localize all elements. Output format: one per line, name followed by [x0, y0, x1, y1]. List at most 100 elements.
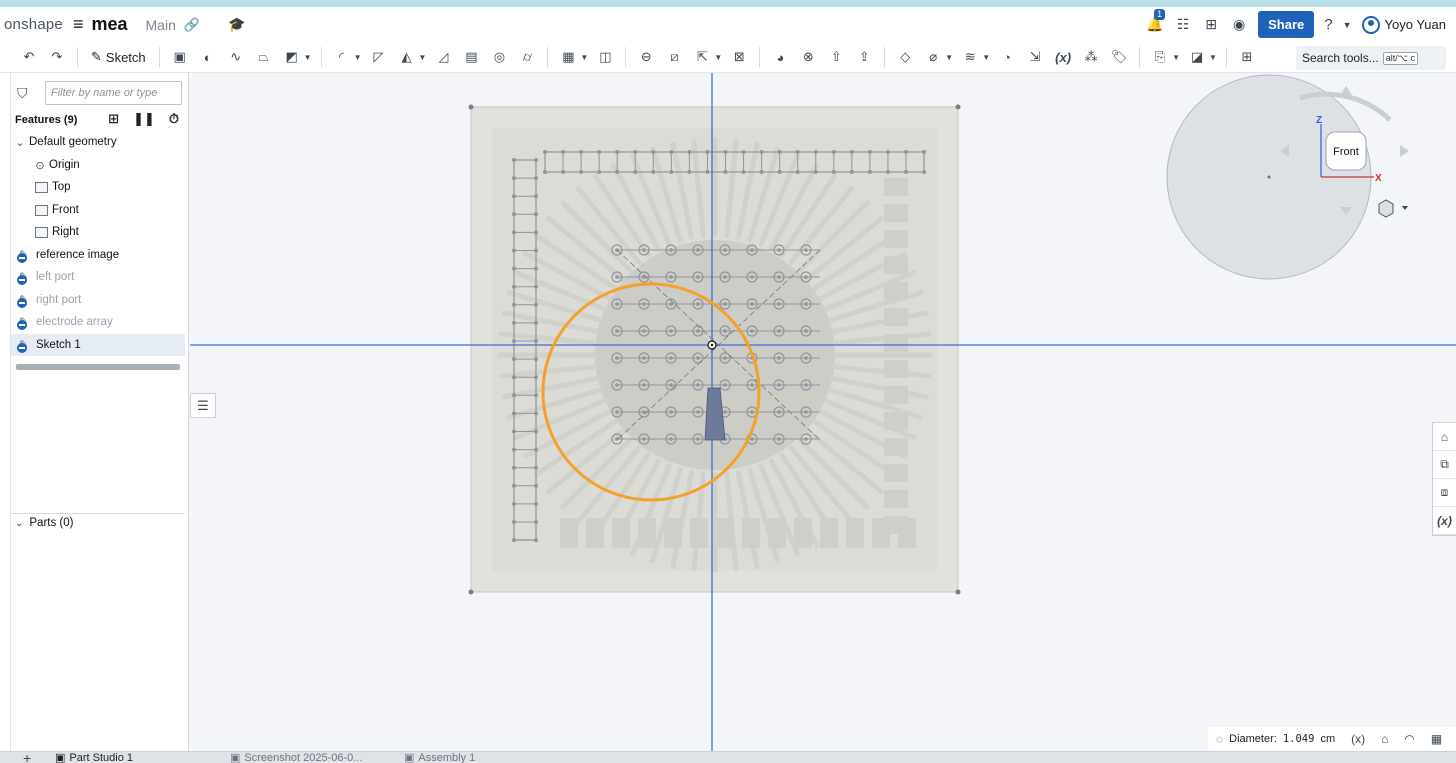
thicken-icon[interactable]: ◩	[281, 46, 303, 68]
arrow-up-icon[interactable]	[1340, 86, 1352, 95]
rib-icon[interactable]: ◿	[432, 46, 454, 68]
education-icon[interactable]: 🎓	[228, 16, 245, 33]
user-menu[interactable]: Yoyo Yuan	[1361, 15, 1446, 34]
parts-header[interactable]: ⌄ Parts (0)	[15, 517, 73, 529]
workspace-name[interactable]: Main	[146, 17, 176, 33]
tree-reference-image[interactable]: ✎ reference image	[11, 244, 185, 266]
delete-part-icon[interactable]: ⊠	[728, 46, 750, 68]
sweep-icon[interactable]: ∿	[225, 46, 247, 68]
split-icon[interactable]: ⧄	[663, 46, 685, 68]
link-icon[interactable]: 🔗	[184, 17, 200, 33]
tree-origin[interactable]: ⊙ Origin	[11, 154, 185, 176]
import-icon[interactable]: ⇲	[1024, 46, 1046, 68]
menu-icon[interactable]: ≡	[73, 14, 84, 35]
help-caret-icon[interactable]: ▼	[1343, 20, 1352, 30]
corner-point[interactable]	[955, 104, 961, 110]
cylinder-icon[interactable]: ⌭	[516, 46, 538, 68]
grid-icon[interactable]: ▦	[1431, 732, 1442, 746]
tree-right-plane[interactable]: Right	[11, 221, 185, 243]
undo-icon[interactable]: ↶	[18, 46, 40, 68]
onshape-logo[interactable]: onshape	[4, 16, 63, 33]
mirror-icon[interactable]: ◫	[594, 46, 616, 68]
replace-face-icon[interactable]: ⇪	[853, 46, 875, 68]
hole-icon[interactable]: ◎	[488, 46, 510, 68]
measure-icon[interactable]: ◔	[996, 46, 1018, 68]
add-folder-icon[interactable]: ⊞	[108, 111, 119, 127]
chevron-down-icon[interactable]: ⌄	[15, 518, 23, 529]
variable-table-icon[interactable]: (x)	[1433, 507, 1456, 535]
plane-icon[interactable]: ◇	[894, 46, 916, 68]
tree-left-port[interactable]: ✎ left port	[11, 266, 185, 288]
tree-sketch-1[interactable]: ✎ Sketch 1	[11, 334, 185, 356]
composite-icon[interactable]: ⁂	[1080, 46, 1102, 68]
chevron-down-icon[interactable]: ⌄	[11, 136, 29, 149]
render-mode-icon[interactable]: ⌂	[1433, 423, 1456, 451]
pause-icon[interactable]: ❚❚	[133, 111, 155, 127]
tree-electrode-array[interactable]: ✎ electrode array	[11, 311, 185, 333]
app-store-icon[interactable]: ⊞	[1202, 16, 1220, 34]
add-tab-icon[interactable]: +	[23, 752, 31, 763]
extrude-icon[interactable]: ▣	[169, 46, 191, 68]
draft-icon[interactable]: ◭	[396, 46, 418, 68]
rollback-bar[interactable]	[16, 364, 180, 370]
boolean-icon[interactable]: ⊖	[635, 46, 657, 68]
filter-icon[interactable]: ⛉	[17, 85, 39, 102]
surface-icon[interactable]: ◪	[1186, 46, 1208, 68]
chevron-down-icon[interactable]: ▼	[945, 53, 953, 62]
mate-connector-icon[interactable]: ⌀	[922, 46, 944, 68]
view-options-icon[interactable]	[1378, 199, 1408, 218]
chevron-down-icon[interactable]: ▼	[580, 53, 588, 62]
chevron-down-icon[interactable]: ▼	[1172, 53, 1180, 62]
notifications-icon[interactable]: 🔔 1	[1146, 8, 1166, 34]
share-button[interactable]: Share	[1258, 11, 1315, 38]
model-canvas[interactable]: Front Z X	[190, 73, 1456, 751]
sketch-button[interactable]: ✎ Sketch	[87, 46, 150, 68]
tree-default-geometry[interactable]: ⌄ Default geometry	[11, 131, 185, 153]
panel-list-toggle[interactable]: ☰	[190, 393, 216, 418]
tab-part-studio[interactable]: ▣ Part Studio 1	[55, 753, 133, 763]
sheet-metal-icon[interactable]: ⎘	[1149, 46, 1171, 68]
tag-icon[interactable]: 🏷	[1108, 46, 1130, 68]
graphics-viewport[interactable]: Front Z X ⌂ ⧉ ⧈ (x)	[190, 73, 1456, 751]
corner-point[interactable]	[468, 589, 474, 595]
modify-fillet-icon[interactable]: ◕	[769, 46, 791, 68]
tab-assembly[interactable]: ▣ Assembly 1	[404, 753, 475, 763]
chevron-down-icon[interactable]: ▼	[982, 53, 990, 62]
measure-tool-icon[interactable]: ⌂	[1381, 732, 1388, 746]
tasks-icon[interactable]: ☷	[1174, 16, 1192, 34]
corner-point[interactable]	[468, 104, 474, 110]
filter-input[interactable]: Filter by name or type	[45, 81, 182, 105]
pattern-icon[interactable]: ▦	[557, 46, 579, 68]
fillet-icon[interactable]: ◜	[331, 46, 353, 68]
add-custom-feature-icon[interactable]: ⊞	[1236, 46, 1258, 68]
arch-icon[interactable]: ◠	[1404, 732, 1414, 746]
section-view-icon[interactable]: ⧉	[1433, 451, 1456, 479]
corner-point[interactable]	[955, 589, 961, 595]
move-face-icon[interactable]: ⇧	[825, 46, 847, 68]
chevron-down-icon[interactable]: ▼	[419, 53, 427, 62]
measure-icon[interactable]: ◌	[1216, 732, 1223, 746]
shell-icon[interactable]: ▤	[460, 46, 482, 68]
redo-icon[interactable]: ↷	[46, 46, 68, 68]
chevron-down-icon[interactable]: ▼	[304, 53, 312, 62]
chamfer-icon[interactable]: ◸	[368, 46, 390, 68]
appearance-icon[interactable]: ⧈	[1433, 479, 1456, 507]
document-title[interactable]: mea	[91, 14, 127, 35]
helix-icon[interactable]: ≋	[959, 46, 981, 68]
help-icon[interactable]: ?	[1324, 16, 1332, 33]
delete-face-icon[interactable]: ⊗	[797, 46, 819, 68]
chevron-down-icon[interactable]: ▼	[1209, 53, 1217, 62]
variable-icon[interactable]: (x)	[1351, 732, 1365, 746]
revolve-icon[interactable]: ◐	[197, 46, 219, 68]
chevron-down-icon[interactable]: ▼	[354, 53, 362, 62]
chevron-down-icon[interactable]: ▼	[714, 53, 722, 62]
timer-icon[interactable]: ⏱	[169, 111, 179, 127]
learning-icon[interactable]: ◉	[1230, 16, 1248, 34]
variable-icon[interactable]: (x)	[1052, 46, 1074, 68]
arrow-right-icon[interactable]	[1400, 145, 1409, 157]
tree-front-plane[interactable]: Front	[11, 199, 185, 221]
transform-icon[interactable]: ⇱	[691, 46, 713, 68]
tree-top-plane[interactable]: Top	[11, 176, 185, 198]
tab-screenshot[interactable]: ▣ Screenshot 2025-06-0...	[230, 753, 362, 763]
tree-right-port[interactable]: ✎ right port	[11, 289, 185, 311]
